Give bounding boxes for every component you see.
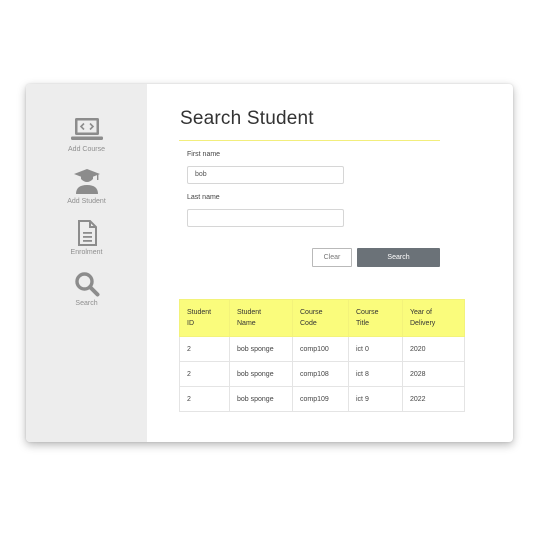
cell-course-code: comp108 <box>292 361 349 387</box>
column-header-student-name: Student Name <box>229 299 293 337</box>
search-button[interactable]: Search <box>357 248 440 267</box>
table-header-row: Student ID Student Name Course Code Course T… <box>179 299 465 337</box>
laptop-code-icon <box>70 118 103 140</box>
title-divider <box>179 140 440 141</box>
graduate-icon <box>73 169 100 194</box>
first-name-field[interactable]: bob <box>187 166 344 184</box>
column-header-student-id: Student ID <box>179 299 230 337</box>
page-title: Search Student <box>180 108 314 129</box>
last-name-label: Last name <box>187 194 220 201</box>
main-panel: Search Student First name bob Last name … <box>147 84 513 442</box>
table-row[interactable]: 2 bob sponge comp109 ict 9 2022 <box>179 386 465 412</box>
table-row[interactable]: 2 bob sponge comp100 ict 0 2020 <box>179 336 465 362</box>
cell-year: 2022 <box>402 386 465 412</box>
last-name-field[interactable] <box>187 209 344 227</box>
cell-year: 2020 <box>402 336 465 362</box>
cell-course-title: ict 8 <box>348 361 403 387</box>
cell-course-title: ict 9 <box>348 386 403 412</box>
app-window: Add Course Add Student Enrolment Search … <box>26 84 513 442</box>
sidebar-item-label: Add Student <box>67 198 106 205</box>
table-row[interactable]: 2 bob sponge comp108 ict 8 2028 <box>179 361 465 387</box>
sidebar-item-search[interactable]: Search <box>26 271 147 307</box>
first-name-label: First name <box>187 151 221 158</box>
cell-student-name: bob sponge <box>229 361 293 387</box>
sidebar-item-add-course[interactable]: Add Course <box>26 117 147 153</box>
sidebar-item-label: Add Course <box>68 146 105 153</box>
document-icon <box>77 220 97 246</box>
sidebar-item-label: Enrolment <box>70 249 103 256</box>
sidebar-item-label: Search <box>75 300 98 307</box>
sidebar-item-enrolment[interactable]: Enrolment <box>26 220 147 256</box>
cell-year: 2028 <box>402 361 465 387</box>
column-header-year: Year of Delivery <box>402 299 465 337</box>
cell-student-name: bob sponge <box>229 336 293 362</box>
cell-student-id: 2 <box>179 361 230 387</box>
clear-button[interactable]: Clear <box>312 248 352 267</box>
column-header-course-title: Course Title <box>348 299 403 337</box>
cell-course-code: comp100 <box>292 336 349 362</box>
cell-student-id: 2 <box>179 336 230 362</box>
results-table: Student ID Student Name Course Code Course T… <box>179 299 465 412</box>
cell-student-id: 2 <box>179 386 230 412</box>
cell-course-title: ict 0 <box>348 336 403 362</box>
sidebar-item-add-student[interactable]: Add Student <box>26 168 147 205</box>
column-header-course-code: Course Code <box>292 299 349 337</box>
sidebar: Add Course Add Student Enrolment Search <box>26 84 147 442</box>
cell-student-name: bob sponge <box>229 386 293 412</box>
cell-course-code: comp109 <box>292 386 349 412</box>
magnifier-icon <box>74 272 99 297</box>
